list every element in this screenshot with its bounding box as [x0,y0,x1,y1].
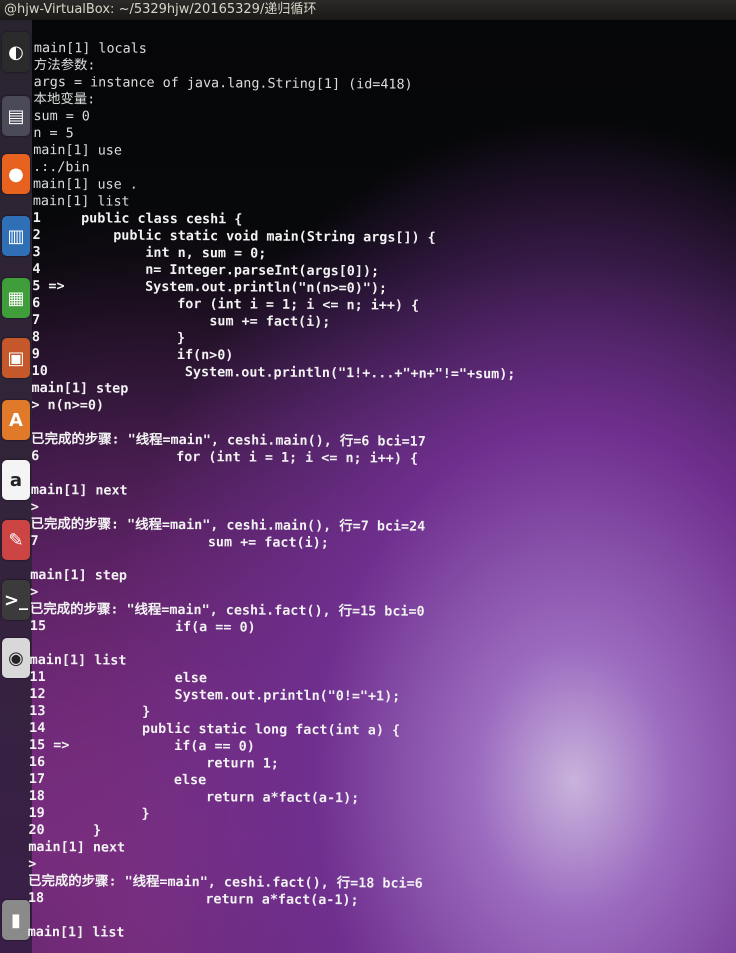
software-center-icon[interactable]: A [2,400,30,440]
dvd-icon[interactable]: ◉ [2,638,30,678]
launcher-sidebar: ◐ ▤ ● ▥ ▦ ▣ Aa ✎ >_ ◉ ▮ [0,20,32,953]
window-title: @hjw-VirtualBox: ~/5329hjw/20165329/递归循环 [0,0,736,20]
calc-icon[interactable]: ▦ [2,278,30,318]
writer-icon[interactable]: ▥ [2,216,30,256]
settings-icon[interactable]: ✎ [2,520,30,560]
terminal-icon[interactable]: >_ [2,580,30,620]
firefox-icon[interactable]: ● [2,154,30,194]
files-icon[interactable]: ▤ [2,96,30,136]
terminal-output[interactable]: main[1] locals 方法参数: args = instance of ja… [28,40,734,946]
impress-icon[interactable]: ▣ [2,338,30,378]
amazon-icon[interactable]: a [2,460,30,500]
trash-icon[interactable]: ▮ [2,900,30,940]
terminal-line: main[1] list [27,924,125,941]
ubuntu-dash-icon[interactable]: ◐ [2,32,30,72]
screen: @hjw-VirtualBox: ~/5329hjw/20165329/递归循环… [0,0,736,953]
